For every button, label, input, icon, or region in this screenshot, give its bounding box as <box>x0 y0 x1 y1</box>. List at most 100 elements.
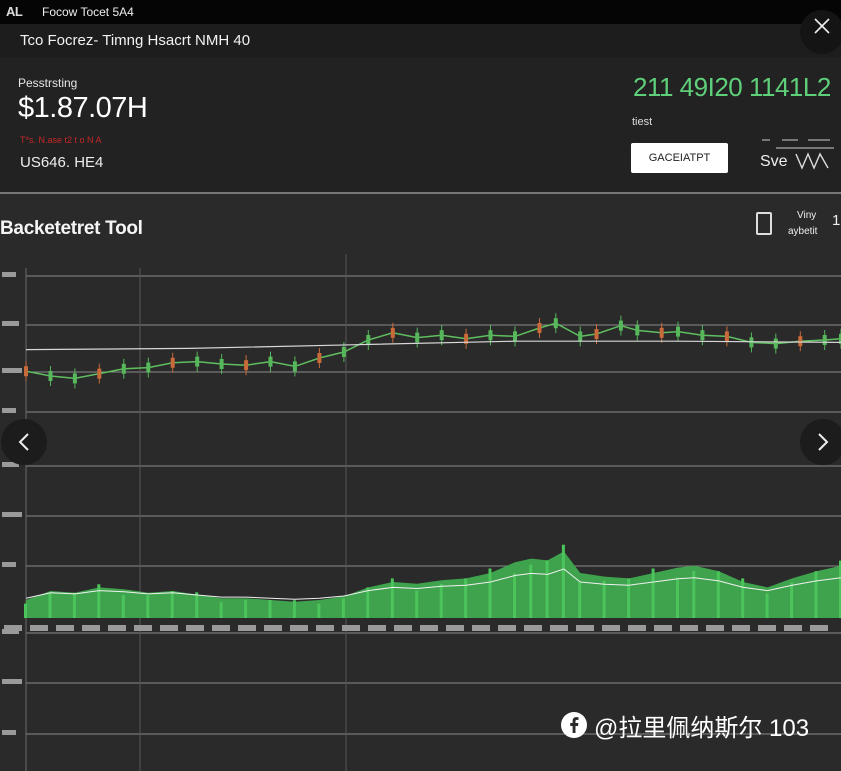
x-tick-label <box>602 625 620 631</box>
price-layer <box>24 313 841 389</box>
ticker-readout: 211 49I20 1141L2 <box>633 72 831 102</box>
volume-bar <box>72 592 76 618</box>
x-axis-labels <box>4 625 828 631</box>
close-button[interactable] <box>800 10 841 54</box>
volume-bar <box>24 603 27 618</box>
volume-bar <box>268 600 272 618</box>
volume-bar <box>741 578 745 618</box>
x-tick-label <box>238 625 256 631</box>
volume-bar <box>48 593 52 618</box>
candle-body <box>513 331 517 342</box>
candle-body <box>537 323 542 333</box>
x-tick-label <box>4 625 22 631</box>
candle-body <box>48 371 53 381</box>
x-tick-label <box>56 625 74 631</box>
candle-body <box>121 363 126 374</box>
app-title: Focow Tocet 5A4 <box>42 5 134 19</box>
x-tick-label <box>524 625 542 631</box>
action-button[interactable]: GACEIATPT <box>631 143 728 173</box>
candle-body <box>724 331 729 342</box>
volume-bar <box>341 598 345 618</box>
x-tick-label <box>134 625 152 631</box>
x-tick-label <box>550 625 568 631</box>
x-tick-label <box>342 625 360 631</box>
candle-body <box>244 360 249 371</box>
candle-body <box>219 359 224 369</box>
volume-bar <box>651 568 655 618</box>
mini-readout: Sve <box>760 139 834 170</box>
balance-currency: US646. HE4 <box>20 154 104 171</box>
facebook-icon <box>561 712 587 738</box>
candle-body <box>439 330 444 341</box>
chevron-left-icon <box>18 433 29 451</box>
candle-body <box>415 332 420 343</box>
x-tick-label <box>810 625 828 631</box>
mini-readout-text: Sve <box>760 153 788 170</box>
y-axis-labels <box>2 272 22 735</box>
volume-bar <box>244 600 248 618</box>
volume-bar <box>545 560 549 618</box>
x-tick-label <box>368 625 386 631</box>
volume-bar <box>415 590 419 618</box>
candle-body <box>317 353 322 363</box>
y-tick-label <box>2 730 16 735</box>
window-title: Tco Focrez- Timng Hsacrt NMH 40 <box>20 32 251 49</box>
volume-bar <box>602 580 606 618</box>
x-tick-label <box>654 625 672 631</box>
average-line <box>25 340 841 351</box>
x-tick-label <box>108 625 126 631</box>
candle-body <box>146 362 151 373</box>
prev-button[interactable] <box>1 419 47 465</box>
x-tick-label <box>82 625 100 631</box>
x-tick-label <box>628 625 646 631</box>
candle-body <box>553 318 558 329</box>
volume-bar <box>317 603 321 618</box>
close-icon <box>814 18 830 34</box>
candle-body <box>700 330 705 341</box>
volume-bar <box>390 578 394 618</box>
x-tick-label <box>472 625 490 631</box>
x-tick-label <box>706 625 724 631</box>
ticker-label: tiest <box>632 116 653 128</box>
candle-body <box>366 335 371 345</box>
volume-bar <box>790 582 794 618</box>
volume-bar <box>170 591 174 618</box>
volume-bar <box>627 578 631 618</box>
candle-body <box>749 337 754 348</box>
candle-body <box>341 347 346 357</box>
volume-bar <box>676 577 679 618</box>
candle-body <box>618 320 623 331</box>
candle-body <box>488 330 493 341</box>
x-tick-label <box>30 625 48 631</box>
x-tick-label <box>758 625 776 631</box>
candle-body <box>635 325 640 336</box>
x-tick-label <box>290 625 308 631</box>
candle-body <box>676 326 680 337</box>
y-tick-label <box>2 272 16 277</box>
price-chart <box>2 254 841 771</box>
candle-body <box>390 327 395 338</box>
candle-body <box>292 361 297 372</box>
volume-bar <box>814 571 818 618</box>
next-button[interactable] <box>800 419 841 465</box>
volume-bar <box>765 593 769 618</box>
x-tick-label <box>264 625 282 631</box>
x-tick-label <box>446 625 464 631</box>
candle-body <box>24 366 28 377</box>
y-tick-label <box>2 679 22 684</box>
volume-bar <box>366 587 370 618</box>
volume-bar <box>195 592 199 618</box>
volume-bar <box>578 582 582 618</box>
x-tick-label <box>784 625 802 631</box>
x-tick-label <box>186 625 204 631</box>
volume-bar <box>219 602 223 618</box>
x-tick-label <box>394 625 412 631</box>
volume-layer <box>24 544 841 618</box>
x-tick-label <box>212 625 230 631</box>
watermark: @拉里佩纳斯尔 103 <box>560 705 809 745</box>
volume-bar <box>292 600 296 618</box>
volume-bar <box>146 595 150 618</box>
candle-body <box>798 336 803 347</box>
balance-value: $1.87.07H <box>18 92 148 124</box>
candle-body <box>72 373 77 384</box>
